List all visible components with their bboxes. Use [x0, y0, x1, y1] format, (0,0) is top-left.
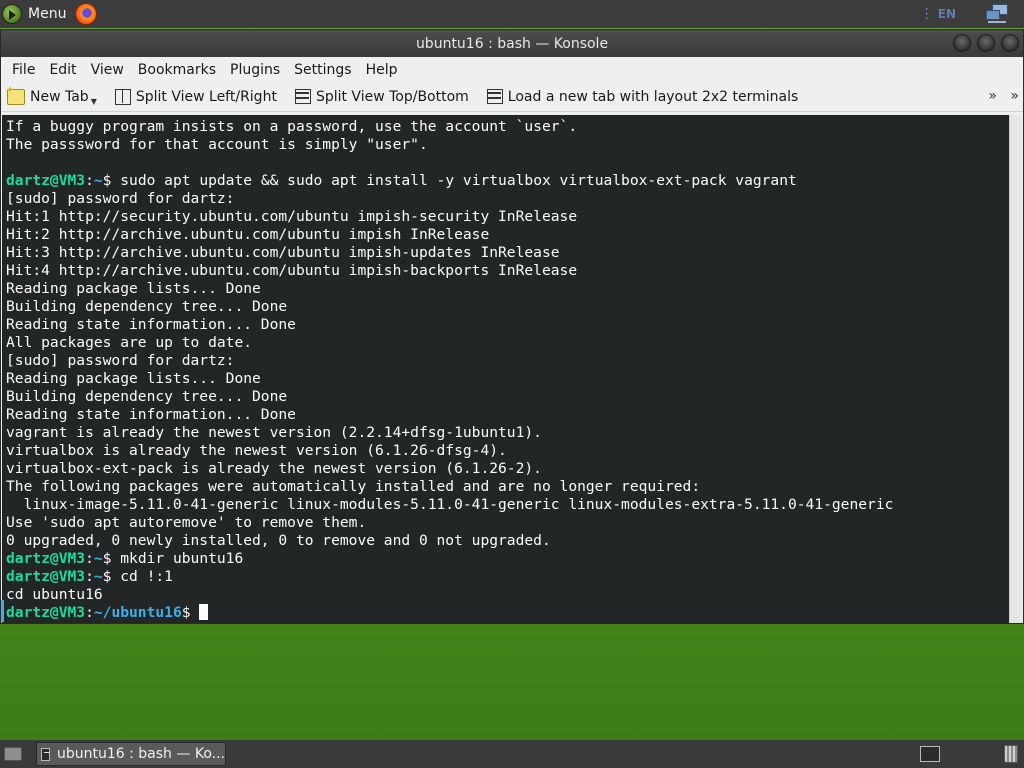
dropdown-arrow-icon[interactable]: ▼ — [91, 97, 97, 106]
menu-view[interactable]: View — [84, 62, 131, 78]
bottom-panel: ubuntu16 : bash — Ko... — [0, 740, 1024, 768]
output-line: If a buggy program insists on a password… — [6, 118, 578, 135]
new-tab-label: New Tab — [30, 88, 89, 105]
menu-button[interactable]: Menu — [0, 0, 66, 28]
prompt-user: dartz@VM3 — [6, 172, 86, 189]
prompt-user: dartz@VM3 — [6, 550, 86, 567]
menu-plugins[interactable]: Plugins — [223, 62, 287, 78]
layout-2x2-button[interactable]: Load a new tab with layout 2x2 terminals — [486, 88, 799, 105]
menu-label: Menu — [28, 6, 67, 22]
maximize-button[interactable] — [977, 34, 995, 52]
output-line: Reading state information... Done — [6, 406, 296, 423]
network-icon[interactable] — [986, 4, 1010, 24]
window-titlebar[interactable]: ubuntu16 : bash — Konsole — [1, 30, 1023, 57]
show-desktop-icon[interactable] — [4, 747, 22, 761]
menu-help[interactable]: Help — [359, 62, 405, 78]
terminal-output[interactable]: If a buggy program insists on a password… — [2, 115, 1010, 623]
terminal-launcher-icon[interactable] — [920, 746, 940, 762]
output-line: 0 upgraded, 0 newly installed, 0 to remo… — [6, 532, 551, 549]
output-line: [sudo] password for dartz: — [6, 352, 235, 369]
menubar-overflow-icon[interactable]: » — [1010, 88, 1019, 104]
prompt-path: ~ — [93, 172, 103, 189]
split-left-right-label: Split View Left/Right — [135, 88, 277, 105]
firefox-icon[interactable] — [75, 3, 98, 25]
output-line: vagrant is already the newest version (2… — [6, 424, 542, 441]
new-tab-button[interactable]: New Tab ▼ — [6, 85, 97, 107]
split-left-right-button[interactable]: Split View Left/Right — [114, 88, 277, 105]
trash-icon[interactable] — [1004, 745, 1018, 763]
menubar: File Edit View Bookmarks Plugins Setting… — [1, 57, 1023, 82]
close-button[interactable] — [1001, 34, 1019, 52]
split-top-bottom-button[interactable]: Split View Top/Bottom — [294, 88, 469, 105]
terminal-scrollbar[interactable] — [1009, 115, 1022, 623]
menu-settings[interactable]: Settings — [287, 62, 358, 78]
keyboard-layout-indicator[interactable]: EN — [938, 7, 956, 21]
output-line: virtualbox-ext-pack is already the newes… — [6, 460, 542, 477]
active-line-marker — [1, 600, 4, 622]
output-line: Reading state information... Done — [6, 316, 296, 333]
split-left-right-icon — [114, 88, 131, 105]
prompt-path: ~/ubuntu16 — [93, 604, 182, 621]
output-line: Building dependency tree... Done — [6, 298, 288, 315]
command-text: mkdir ubuntu16 — [120, 550, 244, 567]
new-tab-icon — [6, 85, 25, 105]
taskbar-konsole-label: ubuntu16 : bash — Ko... — [57, 746, 225, 762]
output-line: [sudo] password for dartz: — [6, 190, 235, 207]
output-line: Use 'sudo apt autoremove' to remove them… — [6, 514, 367, 531]
output-line: cd ubuntu16 — [6, 586, 103, 603]
command-text: sudo apt update && sudo apt install -y v… — [120, 172, 797, 189]
output-line: Hit:4 http://archive.ubuntu.com/ubuntu i… — [6, 262, 578, 279]
menu-file[interactable]: File — [5, 62, 42, 78]
prompt-line: dartz@VM3:~$ cd !:1 — [6, 568, 173, 585]
layout-grid-icon — [486, 89, 503, 104]
toolbar: New Tab ▼ Split View Left/Right Split Vi… — [1, 82, 1023, 112]
output-line: Hit:3 http://archive.ubuntu.com/ubuntu i… — [6, 244, 560, 261]
mint-menu-icon — [2, 4, 22, 24]
prompt-user: dartz@VM3 — [6, 568, 86, 585]
menu-bookmarks[interactable]: Bookmarks — [131, 62, 223, 78]
output-line: Reading package lists... Done — [6, 280, 261, 297]
toolbar-overflow-icon[interactable]: » — [988, 88, 997, 104]
prompt-line: dartz@VM3:~$ mkdir ubuntu16 — [6, 550, 244, 567]
split-top-bottom-label: Split View Top/Bottom — [315, 88, 469, 105]
prompt-path: ~ — [93, 568, 103, 585]
top-panel: Menu ⋮ EN — [0, 0, 1024, 28]
minimize-button[interactable] — [953, 34, 971, 52]
split-top-bottom-icon — [294, 89, 311, 104]
taskbar-konsole-button[interactable]: ubuntu16 : bash — Ko... — [36, 742, 226, 766]
konsole-window: ubuntu16 : bash — Konsole File Edit View… — [0, 29, 1024, 624]
konsole-icon — [41, 747, 50, 761]
output-line: Hit:1 http://security.ubuntu.com/ubuntu … — [6, 208, 578, 225]
output-line: All packages are up to date. — [6, 334, 253, 351]
layout-2x2-label: Load a new tab with layout 2x2 terminals — [507, 88, 799, 105]
output-line: Building dependency tree... Done — [6, 388, 288, 405]
output-line: linux-image-5.11.0-41-generic linux-modu… — [6, 496, 894, 513]
output-line: Hit:2 http://archive.ubuntu.com/ubuntu i… — [6, 226, 490, 243]
prompt-path: ~ — [93, 550, 103, 567]
handle-icon[interactable]: ⋮ — [920, 6, 934, 22]
output-line: The passsword for that account is simply… — [6, 136, 428, 153]
command-text: cd !:1 — [120, 568, 173, 585]
menu-edit[interactable]: Edit — [42, 62, 83, 78]
output-line: virtualbox is already the newest version… — [6, 442, 507, 459]
prompt-line: dartz@VM3:~/ubuntu16$ — [6, 604, 1010, 622]
output-line: Reading package lists... Done — [6, 370, 261, 387]
prompt-user: dartz@VM3 — [6, 604, 86, 621]
output-line: The following packages were automaticall… — [6, 478, 701, 495]
terminal-cursor — [199, 604, 209, 620]
prompt-line: dartz@VM3:~$ sudo apt update && sudo apt… — [6, 172, 797, 189]
window-title: ubuntu16 : bash — Konsole — [415, 35, 609, 52]
